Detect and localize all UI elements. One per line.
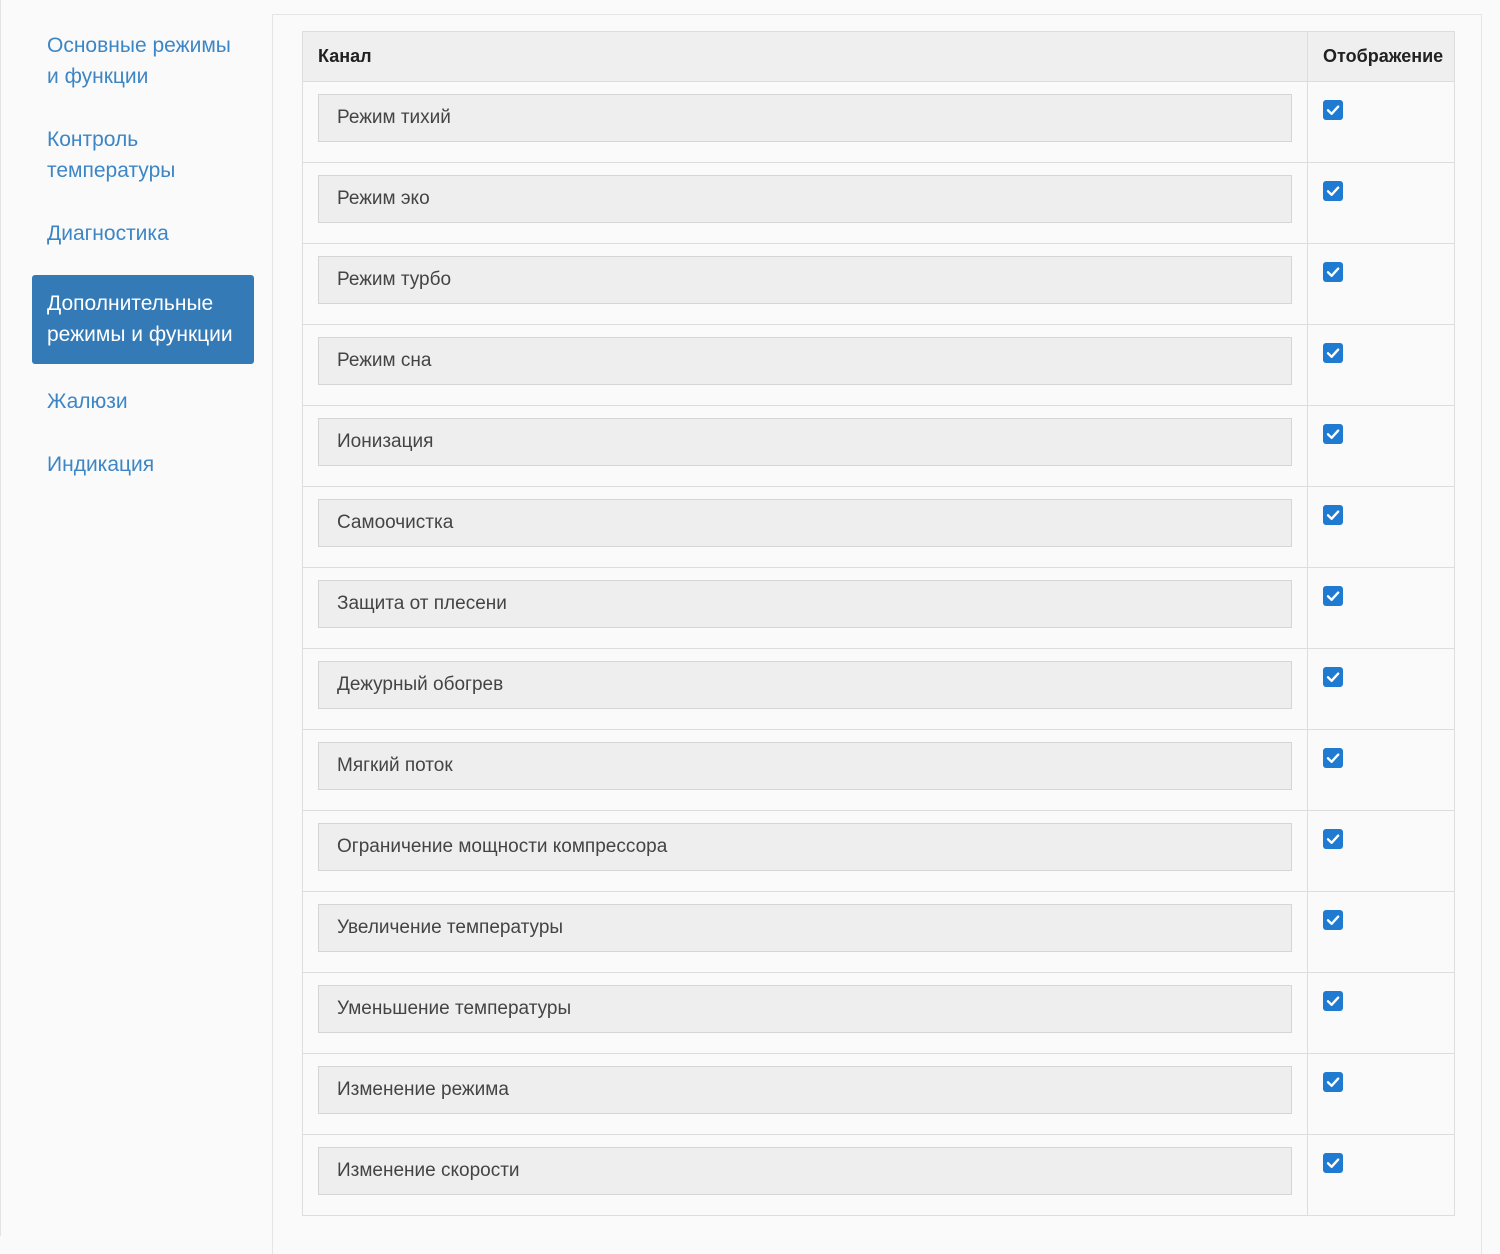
display-checkbox[interactable]: [1323, 586, 1343, 606]
table-row: [302, 81, 1455, 163]
column-header-display: Отображение: [1307, 31, 1455, 82]
table-row: [302, 162, 1455, 244]
channel-cell: [302, 891, 1308, 973]
channel-name-input[interactable]: [318, 337, 1292, 385]
checkmark-icon: [1326, 996, 1340, 1006]
table-row: [302, 972, 1455, 1054]
display-checkbox[interactable]: [1323, 262, 1343, 282]
sidebar-nav: Основные режимы и функции Контроль темпе…: [32, 24, 254, 506]
display-cell: [1307, 648, 1455, 730]
display-cell: [1307, 891, 1455, 973]
display-checkbox[interactable]: [1323, 991, 1343, 1011]
checkmark-icon: [1326, 429, 1340, 439]
table-row: [302, 567, 1455, 649]
channel-name-input[interactable]: [318, 499, 1292, 547]
channel-name-input[interactable]: [318, 904, 1292, 952]
channel-name-input[interactable]: [318, 1066, 1292, 1114]
display-cell: [1307, 729, 1455, 811]
channel-cell: [302, 810, 1308, 892]
checkmark-icon: [1326, 915, 1340, 925]
display-cell: [1307, 243, 1455, 325]
display-cell: [1307, 972, 1455, 1054]
table-row: [302, 1134, 1455, 1216]
channel-table: Канал Отображение: [302, 31, 1455, 1216]
channel-cell: [302, 486, 1308, 568]
channel-name-input[interactable]: [318, 661, 1292, 709]
checkmark-icon: [1326, 834, 1340, 844]
display-checkbox[interactable]: [1323, 829, 1343, 849]
sidebar-item-6[interactable]: Индикация: [32, 443, 254, 490]
channel-name-input[interactable]: [318, 1147, 1292, 1195]
display-checkbox[interactable]: [1323, 100, 1343, 120]
display-cell: [1307, 810, 1455, 892]
table-header-row: Канал Отображение: [302, 31, 1455, 82]
channel-name-input[interactable]: [318, 418, 1292, 466]
channel-name-input[interactable]: [318, 742, 1292, 790]
channel-name-input[interactable]: [318, 175, 1292, 223]
checkmark-icon: [1326, 510, 1340, 520]
channel-cell: [302, 162, 1308, 244]
display-checkbox[interactable]: [1323, 748, 1343, 768]
page: Основные режимы и функции Контроль темпе…: [0, 0, 1500, 1254]
checkmark-icon: [1326, 105, 1340, 115]
display-cell: [1307, 1134, 1455, 1216]
table-row: [302, 729, 1455, 811]
channel-cell: [302, 1134, 1308, 1216]
checkmark-icon: [1326, 753, 1340, 763]
display-cell: [1307, 1053, 1455, 1135]
table-row: [302, 324, 1455, 406]
channel-name-input[interactable]: [318, 985, 1292, 1033]
sidebar: Основные режимы и функции Контроль темпе…: [0, 0, 272, 1236]
sidebar-item-2[interactable]: Контроль температуры: [32, 118, 254, 196]
checkmark-icon: [1326, 1077, 1340, 1087]
channel-cell: [302, 567, 1308, 649]
checkmark-icon: [1326, 1158, 1340, 1168]
column-header-channel: Канал: [302, 31, 1308, 82]
table-row: [302, 405, 1455, 487]
table-row: [302, 810, 1455, 892]
channel-name-input[interactable]: [318, 94, 1292, 142]
channel-name-input[interactable]: [318, 256, 1292, 304]
content-panel: Канал Отображение: [272, 14, 1482, 1254]
display-checkbox[interactable]: [1323, 181, 1343, 201]
display-checkbox[interactable]: [1323, 667, 1343, 687]
table-body: [302, 81, 1455, 1216]
display-checkbox[interactable]: [1323, 505, 1343, 525]
display-cell: [1307, 162, 1455, 244]
display-checkbox[interactable]: [1323, 910, 1343, 930]
display-cell: [1307, 567, 1455, 649]
display-checkbox[interactable]: [1323, 1153, 1343, 1173]
channel-name-input[interactable]: [318, 823, 1292, 871]
checkmark-icon: [1326, 672, 1340, 682]
channel-cell: [302, 324, 1308, 406]
display-cell: [1307, 486, 1455, 568]
display-cell: [1307, 324, 1455, 406]
table-row: [302, 243, 1455, 325]
channel-cell: [302, 648, 1308, 730]
channel-cell: [302, 81, 1308, 163]
table-row: [302, 891, 1455, 973]
display-checkbox[interactable]: [1323, 424, 1343, 444]
sidebar-item-5[interactable]: Жалюзи: [32, 380, 254, 427]
channel-name-input[interactable]: [318, 580, 1292, 628]
channel-cell: [302, 243, 1308, 325]
sidebar-item-1[interactable]: Основные режимы и функции: [32, 24, 254, 102]
channel-cell: [302, 405, 1308, 487]
table-row: [302, 648, 1455, 730]
channel-cell: [302, 1053, 1308, 1135]
channel-cell: [302, 729, 1308, 811]
checkmark-icon: [1326, 591, 1340, 601]
display-cell: [1307, 405, 1455, 487]
sidebar-item-4[interactable]: Дополнительные режимы и функции: [32, 275, 254, 364]
display-checkbox[interactable]: [1323, 1072, 1343, 1092]
table-row: [302, 486, 1455, 568]
checkmark-icon: [1326, 267, 1340, 277]
checkmark-icon: [1326, 186, 1340, 196]
checkmark-icon: [1326, 348, 1340, 358]
display-checkbox[interactable]: [1323, 343, 1343, 363]
table-row: [302, 1053, 1455, 1135]
sidebar-item-3[interactable]: Диагностика: [32, 212, 254, 259]
channel-cell: [302, 972, 1308, 1054]
display-cell: [1307, 81, 1455, 163]
